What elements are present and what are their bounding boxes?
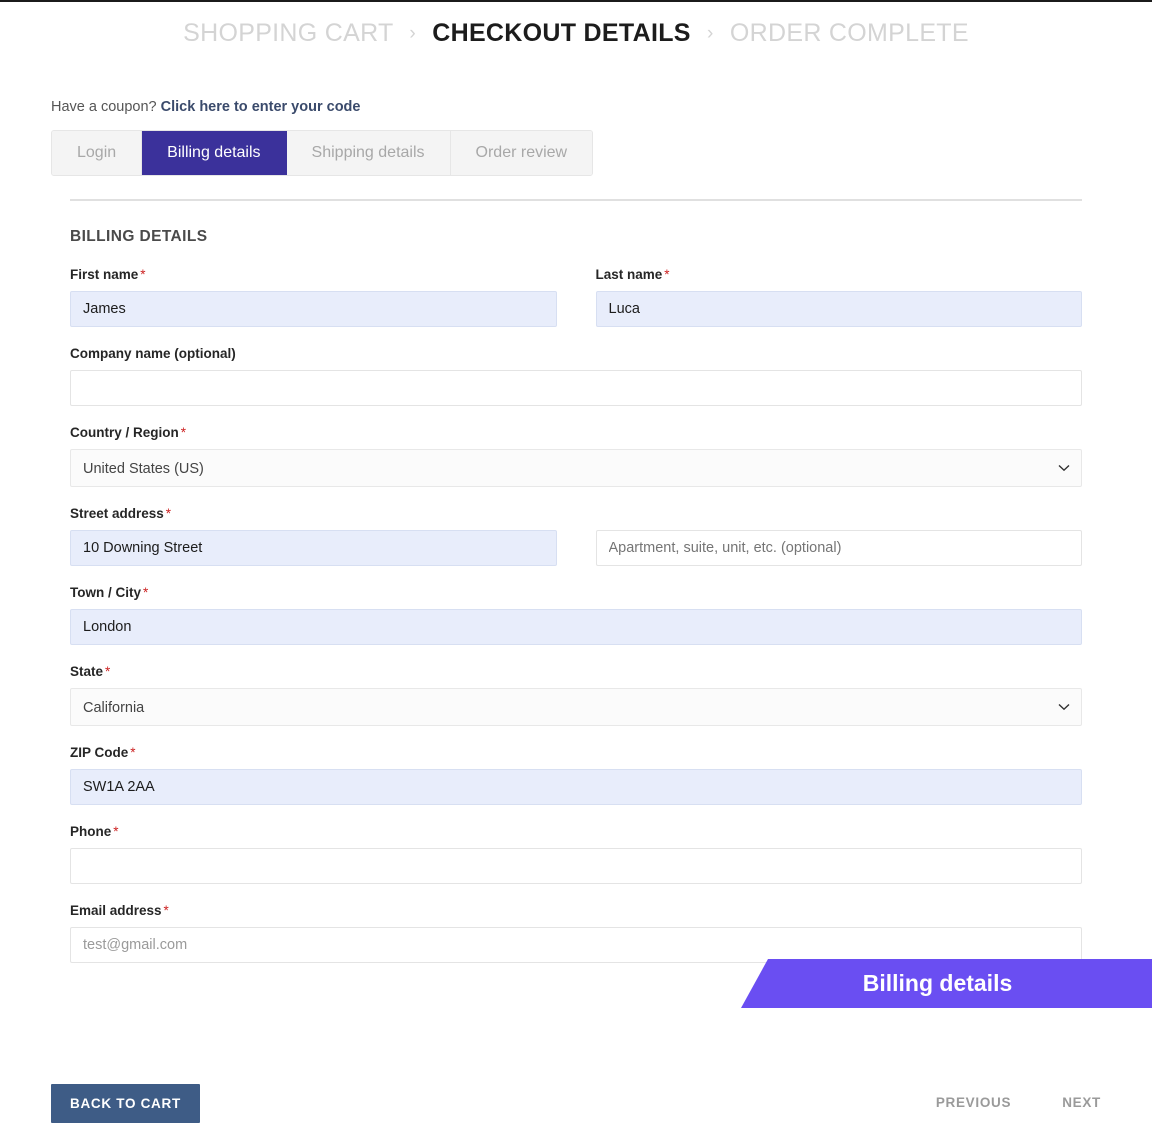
email-input[interactable] bbox=[70, 927, 1082, 963]
back-to-cart-button[interactable]: BACK TO CART bbox=[51, 1084, 200, 1123]
zip-label-text: ZIP Code bbox=[70, 745, 129, 760]
first-name-input[interactable] bbox=[70, 291, 557, 327]
company-field-group: Company name (optional) bbox=[70, 346, 1082, 406]
checkout-step-tabs: Login Billing details Shipping details O… bbox=[51, 130, 594, 176]
coupon-prompt: Have a coupon? bbox=[51, 99, 157, 115]
apartment-input[interactable] bbox=[595, 530, 1082, 566]
page-top-rule bbox=[0, 0, 1152, 2]
last-name-field-group: Last name * bbox=[595, 267, 1083, 327]
street-line2-wrapper bbox=[595, 530, 1082, 566]
previous-button[interactable]: PREVIOUS bbox=[936, 1095, 1011, 1110]
last-name-input[interactable] bbox=[595, 291, 1082, 327]
required-asterisk: * bbox=[163, 903, 169, 918]
breadcrumb-separator-1: › bbox=[409, 23, 416, 44]
breadcrumb-step-checkout-details[interactable]: CHECKOUT DETAILS bbox=[432, 19, 691, 47]
country-label-text: Country / Region bbox=[70, 425, 179, 440]
section-divider bbox=[70, 199, 1082, 201]
zip-input[interactable] bbox=[70, 769, 1082, 805]
state-label: State * bbox=[70, 664, 1082, 679]
email-label-text: Email address bbox=[70, 903, 162, 918]
street-address-label: Street address * bbox=[70, 506, 1082, 521]
page-title: BILLING DETAILS bbox=[70, 228, 208, 245]
tab-login[interactable]: Login bbox=[52, 131, 143, 175]
breadcrumb-separator-2: › bbox=[707, 23, 714, 44]
city-input[interactable] bbox=[70, 609, 1082, 645]
street-line1-wrapper bbox=[70, 530, 557, 566]
last-name-label-text: Last name bbox=[595, 267, 663, 282]
country-field-group: Country / Region * United States (US) bbox=[70, 425, 1082, 487]
state-select-wrapper: California bbox=[70, 688, 1082, 726]
first-name-field-group: First name * bbox=[70, 267, 557, 327]
state-select[interactable]: California bbox=[70, 688, 1082, 726]
company-label-text: Company name (optional) bbox=[70, 346, 236, 361]
breadcrumb: SHOPPING CART › CHECKOUT DETAILS › ORDER… bbox=[0, 19, 1152, 48]
tab-billing-details[interactable]: Billing details bbox=[142, 131, 287, 175]
state-field-group: State * California bbox=[70, 664, 1082, 726]
status-badge: Billing details bbox=[741, 959, 1152, 1008]
phone-field-group: Phone * bbox=[70, 824, 1082, 884]
last-name-label: Last name * bbox=[596, 267, 1083, 282]
state-label-text: State bbox=[70, 664, 104, 679]
city-label: Town / City * bbox=[70, 585, 1082, 600]
first-name-label: First name * bbox=[70, 267, 557, 282]
required-asterisk: * bbox=[113, 824, 119, 839]
country-label: Country / Region * bbox=[70, 425, 1082, 440]
street-address-row bbox=[70, 530, 1082, 566]
zip-label: ZIP Code * bbox=[70, 745, 1082, 760]
required-asterisk: * bbox=[140, 267, 146, 282]
zip-field-group: ZIP Code * bbox=[70, 745, 1082, 805]
next-button[interactable]: NEXT bbox=[1062, 1095, 1101, 1110]
country-select-wrapper: United States (US) bbox=[70, 449, 1082, 487]
email-field-group: Email address * bbox=[70, 903, 1082, 963]
tab-shipping-details[interactable]: Shipping details bbox=[286, 131, 451, 175]
coupon-link[interactable]: Click here to enter your code bbox=[161, 99, 361, 115]
breadcrumb-step-order-complete[interactable]: ORDER COMPLETE bbox=[730, 19, 969, 47]
street-address-label-text: Street address bbox=[70, 506, 164, 521]
street-address-field-group: Street address * bbox=[70, 506, 1082, 566]
phone-label-text: Phone bbox=[70, 824, 112, 839]
tab-order-review[interactable]: Order review bbox=[450, 131, 593, 175]
phone-label: Phone * bbox=[70, 824, 1082, 839]
company-label: Company name (optional) bbox=[70, 346, 1082, 361]
required-asterisk: * bbox=[105, 664, 111, 679]
required-asterisk: * bbox=[143, 585, 149, 600]
city-field-group: Town / City * bbox=[70, 585, 1082, 645]
required-asterisk: * bbox=[180, 425, 187, 440]
coupon-notice: Have a coupon? Click here to enter your … bbox=[51, 99, 360, 115]
required-asterisk: * bbox=[130, 745, 136, 760]
required-asterisk: * bbox=[664, 267, 670, 282]
phone-input[interactable] bbox=[70, 848, 1082, 884]
breadcrumb-step-shopping-cart[interactable]: SHOPPING CART bbox=[183, 19, 393, 47]
email-label: Email address * bbox=[70, 903, 1082, 918]
street-address-input[interactable] bbox=[70, 530, 557, 566]
company-input[interactable] bbox=[70, 370, 1082, 406]
city-label-text: Town / City bbox=[70, 585, 141, 600]
name-row: First name* Last name* bbox=[70, 267, 1082, 327]
required-asterisk: * bbox=[165, 506, 172, 521]
billing-form: BILLING DETAILS First name* Last name* C… bbox=[70, 228, 1082, 982]
country-select[interactable]: United States (US) bbox=[70, 449, 1082, 487]
first-name-label-text: First name bbox=[70, 267, 139, 282]
checkout-nav-links: PREVIOUS NEXT bbox=[936, 1095, 1101, 1110]
